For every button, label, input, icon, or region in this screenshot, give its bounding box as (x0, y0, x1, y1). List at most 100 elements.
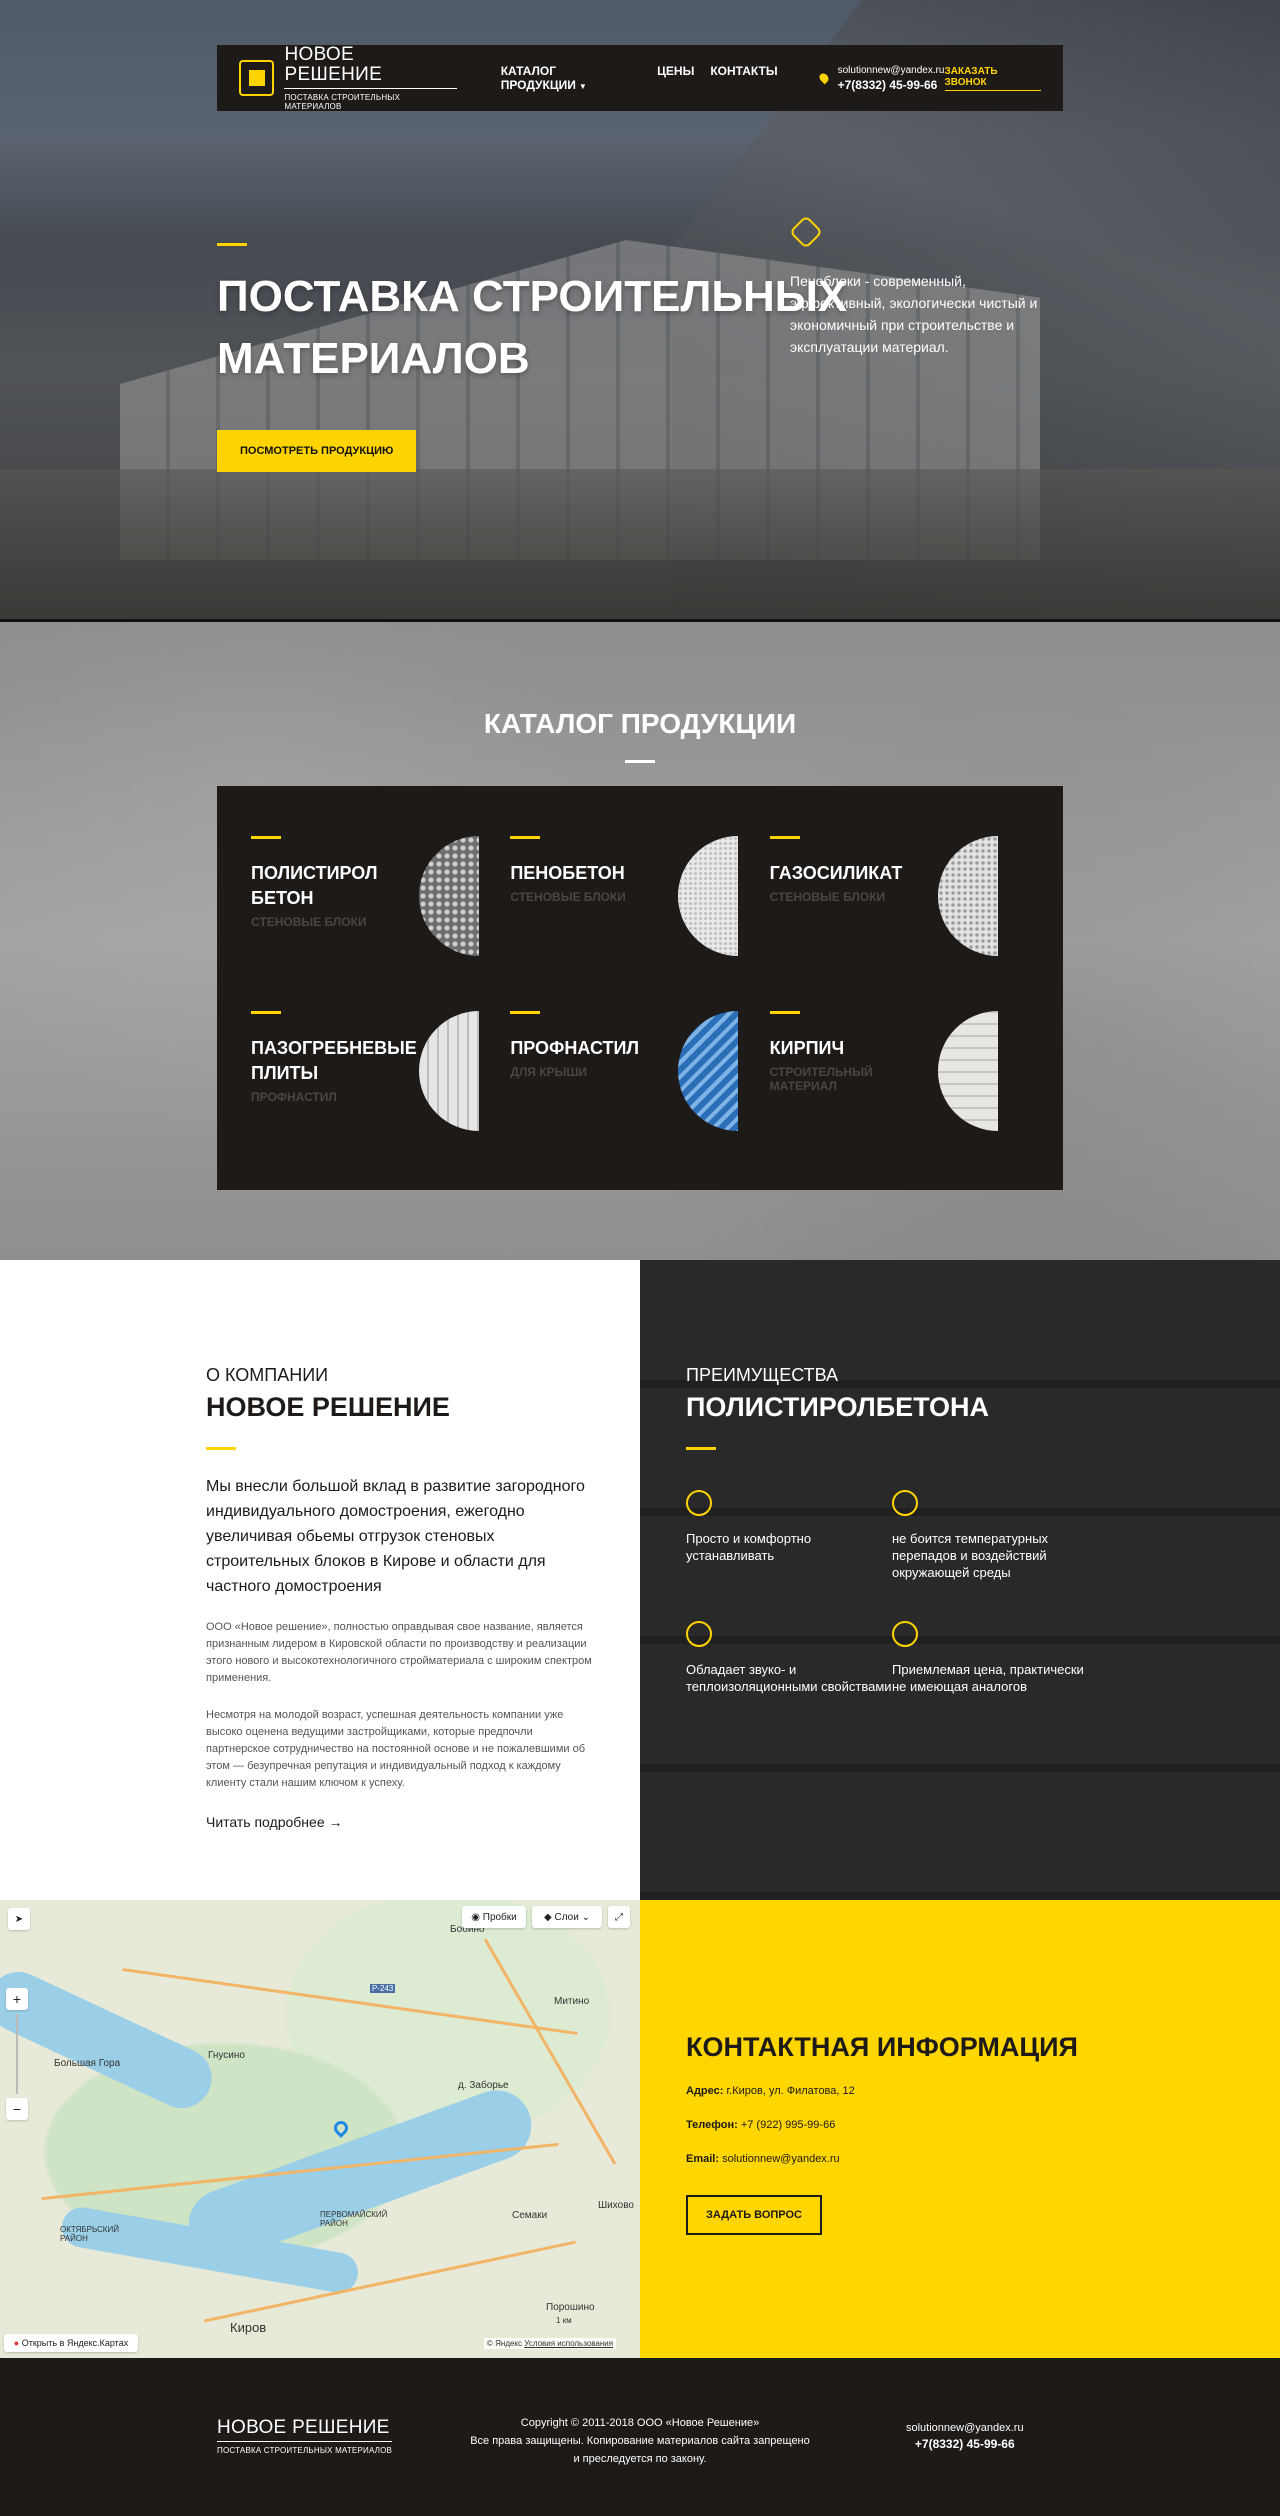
footer-copyright: Copyright © 2011-2018 ООО «Новое Решение… (470, 2417, 810, 2465)
about-text-2: Несмотря на молодой возраст, успешная де… (206, 1709, 586, 1789)
expand-icon: ⤢ (615, 1911, 623, 1923)
header-phone[interactable]: +7(8332) 45-99-66 (838, 78, 945, 92)
map-label-pervomaisky: ПЕРВОМАЙСКИЙ РАЙОН (320, 2210, 388, 2228)
catalog-item-gas-silicate[interactable]: ГАЗОСИЛИКАТ СТЕНОВЫЕ БЛОКИ (769, 836, 1029, 965)
arrow-right-icon: → (328, 1814, 343, 1830)
minus-icon: − (12, 2101, 22, 2117)
tongue-groove-slab-image (419, 1011, 479, 1131)
contact-phone: Телефон: +7 (922) 995-99-66 (686, 2119, 836, 2131)
footer-contacts: solutionnew@yandex.ru +7(8332) 45-99-66 (906, 2422, 1024, 2451)
nav-contacts[interactable]: КОНТАКТЫ (710, 64, 777, 92)
logo-square-icon (239, 60, 275, 96)
about-small-title: О КОМПАНИИ (206, 1365, 329, 1385)
map-traffic-button[interactable]: ◉ Пробки (462, 1906, 526, 1928)
brick-image (937, 1011, 998, 1131)
layers-icon: ◆ (544, 1911, 552, 1923)
contact-info: КОНТАКТНАЯ ИНФОРМАЦИЯ Адрес: г.Киров, ул… (640, 1900, 1280, 2358)
river (0, 1962, 222, 2118)
footer-email[interactable]: solutionnew@yandex.ru (906, 2422, 1024, 2434)
advantages-title: ПОЛИСТИРОЛБЕТОНА (686, 1392, 989, 1422)
nav-catalog[interactable]: КАТАЛОГ ПРОДУКЦИИ ▼ (501, 64, 641, 92)
ask-question-button[interactable]: ЗАДАТЬ ВОПРОС (686, 2195, 822, 2235)
drops-icon (892, 1490, 918, 1516)
read-more-link[interactable]: Читать подробнее → (206, 1814, 594, 1830)
map-layers-button[interactable]: ◆ Слои ⌄ (532, 1906, 602, 1928)
about-company: О КОМПАНИИ НОВОЕ РЕШЕНИЕ Мы внесли больш… (0, 1260, 640, 1900)
hero-title: ПОСТАВКА СТРОИТЕЛЬНЫХ МАТЕРИАЛОВ (217, 272, 848, 383)
footer-logo[interactable]: НОВОЕ РЕШЕНИЕ ПОСТАВКА СТРОИТЕЛЬНЫХ МАТЕ… (217, 2418, 393, 2455)
footer: НОВОЕ РЕШЕНИЕ ПОСТАВКА СТРОИТЕЛЬНЫХ МАТЕ… (0, 2358, 1280, 2516)
profiled-sheet-image (678, 1011, 739, 1131)
about-title: НОВОЕ РЕШЕНИЕ (206, 1392, 450, 1422)
advantages: ПРЕИМУЩЕСТВА ПОЛИСТИРОЛБЕТОНА Просто и к… (640, 1260, 1280, 1900)
hero-side-text: Пеноблоки - современный, эффективный, эк… (790, 273, 1038, 355)
gas-silicate-image (937, 836, 998, 956)
main-nav: КАТАЛОГ ПРОДУКЦИИ ▼ ЦЕНЫ КОНТАКТЫ (501, 64, 778, 92)
arrow-locate-icon: ➤ (14, 1913, 24, 1925)
map-label-gnusino: Гнусино (208, 2050, 245, 2061)
map-zoom-slider[interactable] (16, 2014, 18, 2094)
order-call-link[interactable]: ЗАКАЗАТЬ ЗВОНОК (944, 66, 1041, 91)
wallet-icon (892, 1621, 918, 1647)
map-label-mitino: Митино (554, 1996, 590, 2007)
contact-address: Адрес: г.Киров, ул. Филатова, 12 (686, 2085, 855, 2097)
catalog-item-polystyrene-concrete[interactable]: ПОЛИСТИРОЛ БЕТОН СТЕНОВЫЕ БЛОКИ (251, 836, 510, 965)
map-zoom-in-button[interactable]: + (6, 1988, 28, 2010)
hero-content: ПОСТАВКА СТРОИТЕЛЬНЫХ МАТЕРИАЛОВ ПОСМОТР… (217, 243, 847, 472)
logo-tagline: ПОСТАВКА СТРОИТЕЛЬНЫХ МАТЕРИАЛОВ (284, 93, 401, 111)
map-road-badge: Р-243 (370, 1984, 396, 1993)
catalog-title: КАТАЛОГ ПРОДУКЦИИ (483, 708, 797, 739)
top-navigation-bar: НОВОЕ РЕШЕНИЕ ПОСТАВКА СТРОИТЕЛЬНЫХ МАТЕ… (217, 45, 1063, 111)
site-logo[interactable]: НОВОЕ РЕШЕНИЕ ПОСТАВКА СТРОИТЕЛЬНЫХ МАТЕ… (239, 45, 457, 111)
header-email[interactable]: solutionnew@yandex.ru (838, 65, 945, 76)
hero-accent-dash (217, 243, 247, 246)
map-fullscreen-button[interactable]: ⤢ (608, 1906, 630, 1928)
traffic-icon: ◉ (471, 1911, 480, 1923)
catalog-item-tongue-groove-slabs[interactable]: ПАЗОГРЕБНЕВЫЕ ПЛИТЫ ПРОФНАСТИЛ (251, 1011, 510, 1140)
flag-icon (686, 1490, 712, 1516)
hexagon-badge-icon (789, 215, 823, 249)
advantage-item: Просто и комфортно устанавливать (686, 1490, 892, 1581)
map-label-bolshaya-gora: Большая Гора (54, 2058, 121, 2069)
hero-background-ground (0, 469, 1280, 619)
map-contacts-section: Киров ОКТЯБРЬСКИЙ РАЙОН ПЕРВОМАЙСКИЙ РАЙ… (0, 1900, 1280, 2358)
map-label-kirov: Киров (230, 2320, 267, 2335)
about-text-1: ООО «Новое решение», полностью оправдыва… (206, 1621, 592, 1684)
open-in-yandex-maps-link[interactable]: ● Открыть в Яндекс.Картах (4, 2334, 138, 2352)
footer-phone[interactable]: +7(8332) 45-99-66 (906, 2437, 1024, 2451)
map-label-poroshino: Порошино (546, 2302, 595, 2313)
chevron-down-icon: ⌄ (581, 1911, 590, 1923)
map-copyright: © Яндекс Условия использования (484, 2338, 617, 2349)
yandex-map[interactable]: Киров ОКТЯБРЬСКИЙ РАЙОН ПЕРВОМАЙСКИЙ РАЙ… (0, 1900, 640, 2358)
map-terms-link[interactable]: Условия использования (524, 2339, 613, 2348)
map-location-marker-icon[interactable] (331, 2118, 351, 2138)
map-zoom-out-button[interactable]: − (6, 2098, 28, 2120)
catalog-section: КАТАЛОГ ПРОДУКЦИИ ПОЛИСТИРОЛ БЕТОН СТЕНО… (0, 622, 1280, 1260)
header-contacts: solutionnew@yandex.ru +7(8332) 45-99-66 (817, 65, 945, 92)
contact-email: Email: solutionnew@yandex.ru (686, 2153, 840, 2165)
foam-concrete-image (678, 836, 739, 956)
map-label-oktyabrsky: ОКТЯБРЬСКИЙ РАЙОН (60, 2225, 119, 2243)
about-advantages-section: О КОМПАНИИ НОВОЕ РЕШЕНИЕ Мы внесли больш… (0, 1260, 1280, 1900)
speaker-icon (686, 1621, 712, 1647)
advantages-grid: Просто и комфортно устанавливать не боит… (686, 1490, 1220, 1695)
catalog-item-brick[interactable]: КИРПИЧ СТРОИТЕЛЬНЫЙ МАТЕРИАЛ (769, 1011, 1029, 1140)
view-products-button[interactable]: ПОСМОТРЕТЬ ПРОДУКЦИЮ (217, 430, 417, 472)
map-label-shikhovo: Шихово (598, 2200, 634, 2211)
hero-side-note: Пеноблоки - современный, эффективный, эк… (789, 215, 1045, 358)
catalog-item-foam-concrete[interactable]: ПЕНОБЕТОН СТЕНОВЫЕ БЛОКИ (510, 836, 769, 965)
map-label-zaborye: д. Заборье (458, 2080, 509, 2091)
catalog-grid: ПОЛИСТИРОЛ БЕТОН СТЕНОВЫЕ БЛОКИ ПЕНОБЕТО… (217, 786, 1063, 1190)
map-pin-icon: ● (13, 2338, 20, 2348)
catalog-item-profiled-sheet[interactable]: ПРОФНАСТИЛ ДЛЯ КРЫШИ (510, 1011, 769, 1140)
map-label-semaki: Семаки (512, 2210, 548, 2221)
advantage-item: Приемлемая цена, практически не имеющая … (892, 1621, 1098, 1695)
map-geolocation-button[interactable]: ➤ (8, 1908, 30, 1930)
polystyrene-concrete-image (419, 836, 479, 956)
advantage-item: не боится температурных перепадов и возд… (892, 1490, 1098, 1581)
location-pin-icon (817, 71, 830, 85)
hero-section: НОВОЕ РЕШЕНИЕ ПОСТАВКА СТРОИТЕЛЬНЫХ МАТЕ… (0, 0, 1280, 622)
nav-prices[interactable]: ЦЕНЫ (657, 64, 694, 92)
plus-icon: + (12, 1991, 22, 2007)
logo-title: НОВОЕ РЕШЕНИЕ (284, 45, 457, 89)
